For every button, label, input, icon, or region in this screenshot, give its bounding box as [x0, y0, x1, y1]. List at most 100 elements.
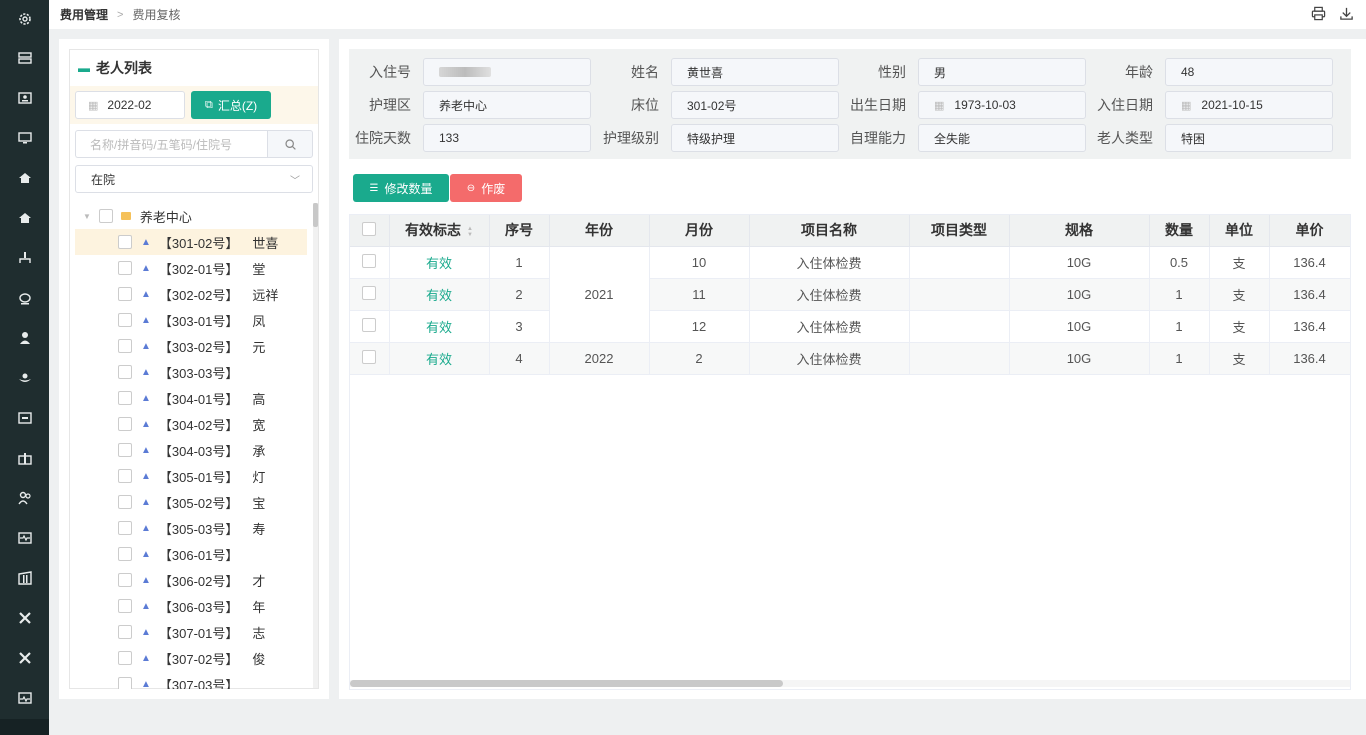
tree-item-checkbox[interactable] — [118, 313, 132, 327]
tree-item-name: 元 — [252, 339, 266, 355]
heartbeat-icon[interactable] — [0, 518, 49, 558]
tree-item[interactable]: ▲ 【305-03号】寿 — [75, 515, 307, 541]
cell-seq: 3 — [489, 310, 550, 343]
void-button[interactable]: ⊖ 作废 — [450, 174, 522, 202]
pulse-icon[interactable] — [0, 678, 49, 718]
cell-spec: 10G — [1009, 278, 1150, 311]
nurse-icon[interactable] — [0, 318, 49, 358]
users-icon[interactable] — [0, 478, 49, 518]
id-card-icon[interactable] — [0, 78, 49, 118]
tree-item-checkbox[interactable] — [118, 287, 132, 301]
name-field: 黄世喜 — [671, 58, 839, 86]
tree-item-checkbox[interactable] — [118, 677, 132, 689]
cell-qty: 1 — [1149, 310, 1210, 343]
row-checkbox[interactable] — [362, 349, 377, 364]
tree-item-checkbox[interactable] — [118, 365, 132, 379]
tools-icon[interactable] — [0, 638, 49, 678]
cell-seq: 2 — [489, 278, 550, 311]
monitor-icon[interactable] — [0, 118, 49, 158]
box-icon[interactable] — [0, 398, 49, 438]
breadcrumb-parent[interactable]: 费用管理 — [60, 6, 108, 23]
tools-icon[interactable] — [0, 598, 49, 638]
tree-root-checkbox[interactable] — [98, 209, 113, 223]
tree-item-label: 【305-03号】 — [158, 521, 239, 537]
person-icon: ▲ — [141, 678, 151, 690]
row-checkbox[interactable] — [362, 317, 377, 332]
select-all-checkbox[interactable] — [362, 221, 377, 236]
month-picker[interactable]: ▦ 2022-02 — [75, 91, 185, 119]
tree-item[interactable]: ▲ 【305-01号】灯 — [75, 463, 307, 489]
tree-item[interactable]: ▲ 【305-02号】宝 — [75, 489, 307, 515]
download-icon[interactable] — [1338, 5, 1354, 21]
table-row[interactable]: 有效 1 2021 10 入住体检费 10G 0.5 支 136.4 — [350, 246, 1350, 343]
tree-item-checkbox[interactable] — [118, 495, 132, 509]
cup-icon[interactable] — [0, 278, 49, 318]
tree-item-checkbox[interactable] — [118, 417, 132, 431]
tree-icon[interactable] — [0, 238, 49, 278]
row-checkbox[interactable] — [362, 285, 377, 300]
server-icon[interactable] — [0, 38, 49, 78]
table-row[interactable]: 有效 4 2022 2 入住体检费 10G 1 支 136.4 — [350, 342, 1350, 375]
search-button[interactable] — [267, 130, 313, 158]
tree-item[interactable]: ▲ 【303-01号】凤 — [75, 307, 307, 333]
summary-button-label: 汇总(Z) — [217, 98, 258, 113]
row-checkbox[interactable] — [362, 253, 377, 268]
table-row[interactable]: 有效 2 11 入住体检费 10G 1 支 136.4 — [350, 278, 1350, 311]
tree-item-checkbox[interactable] — [118, 521, 132, 535]
tree-item-checkbox[interactable] — [118, 599, 132, 613]
table-scrollbar[interactable] — [350, 680, 1350, 687]
tree-item[interactable]: ▲ 【306-01号】 — [75, 541, 307, 567]
edit-quantity-button[interactable]: ☰ 修改数量 — [353, 174, 449, 202]
tree-item[interactable]: ▲ 【304-01号】高 — [75, 385, 307, 411]
building-icon[interactable] — [0, 558, 49, 598]
tree-item[interactable]: ▲ 【306-03号】年 — [75, 593, 307, 619]
header-valid[interactable]: 有效标志 ▲ ▼ — [389, 215, 490, 247]
tree-scrollbar[interactable] — [313, 203, 318, 688]
printer-icon[interactable] — [1310, 5, 1326, 21]
gift-icon[interactable] — [0, 438, 49, 478]
hand-icon[interactable] — [0, 358, 49, 398]
tree-item-label: 【303-01号】 — [158, 313, 239, 329]
tree-item[interactable]: ▲ 【301-02号】 世喜 — [75, 229, 307, 255]
sort-icon[interactable]: ▲ ▼ — [467, 226, 473, 238]
gear-icon[interactable] — [0, 0, 49, 38]
panel-title: ▬ 老人列表 — [70, 50, 318, 86]
tree-item-checkbox[interactable] — [118, 651, 132, 665]
status-select-value: 在院 — [91, 172, 116, 187]
tree-item[interactable]: ▲ 【303-03号】 — [75, 359, 307, 385]
tree-item-checkbox[interactable] — [118, 339, 132, 353]
home-icon[interactable] — [0, 198, 49, 238]
tree-item-label: 【304-02号】 — [158, 417, 239, 433]
tree-item[interactable]: ▲ 【302-01号】堂 — [75, 255, 307, 281]
cell-unit: 支 — [1209, 342, 1270, 375]
caret-down-icon[interactable]: ▼ — [83, 212, 91, 221]
search-input[interactable]: 名称/拼音码/五笔码/住院号 — [75, 130, 267, 158]
tree-item-checkbox[interactable] — [118, 261, 132, 275]
care-area-field: 养老中心 — [423, 91, 591, 119]
tree-item-checkbox[interactable] — [118, 443, 132, 457]
tree-item-checkbox[interactable] — [118, 391, 132, 405]
tree-item-checkbox[interactable] — [118, 235, 132, 249]
admission-no-label: 入住号 — [369, 64, 411, 80]
header-qty: 数量 — [1149, 215, 1210, 247]
tree-item[interactable]: ▲ 【303-02号】元 — [75, 333, 307, 359]
tree-item[interactable]: ▲ 【306-02号】才 — [75, 567, 307, 593]
tree-item[interactable]: ▲ 【307-01号】志 — [75, 619, 307, 645]
tree-item[interactable]: ▲ 【307-03号】 — [75, 671, 307, 689]
tree-item[interactable]: ▲ 【304-02号】宽 — [75, 411, 307, 437]
table-row[interactable]: 有效 3 12 入住体检费 10G 1 支 136.4 — [350, 310, 1350, 343]
tree-item-checkbox[interactable] — [118, 573, 132, 587]
tree-item[interactable]: ▲ 【302-02号】 远祥 — [75, 281, 307, 307]
tree-item-checkbox[interactable] — [118, 625, 132, 639]
tree-item-checkbox[interactable] — [118, 469, 132, 483]
tree-item[interactable]: ▲ 【304-03号】承 — [75, 437, 307, 463]
status-select[interactable]: 在院 ﹀ — [75, 165, 313, 193]
tree-item[interactable]: ▲ 【307-02号】俊 — [75, 645, 307, 671]
tree-root[interactable]: ▼ 养老中心 — [75, 203, 307, 229]
home-icon[interactable] — [0, 158, 49, 198]
cell-month: 2 — [649, 342, 750, 375]
cell-valid: 有效 — [389, 310, 490, 343]
tree-item-name: 远祥 — [252, 287, 279, 303]
summary-button[interactable]: ⧉ 汇总(Z) — [191, 91, 272, 119]
tree-item-checkbox[interactable] — [118, 547, 132, 561]
